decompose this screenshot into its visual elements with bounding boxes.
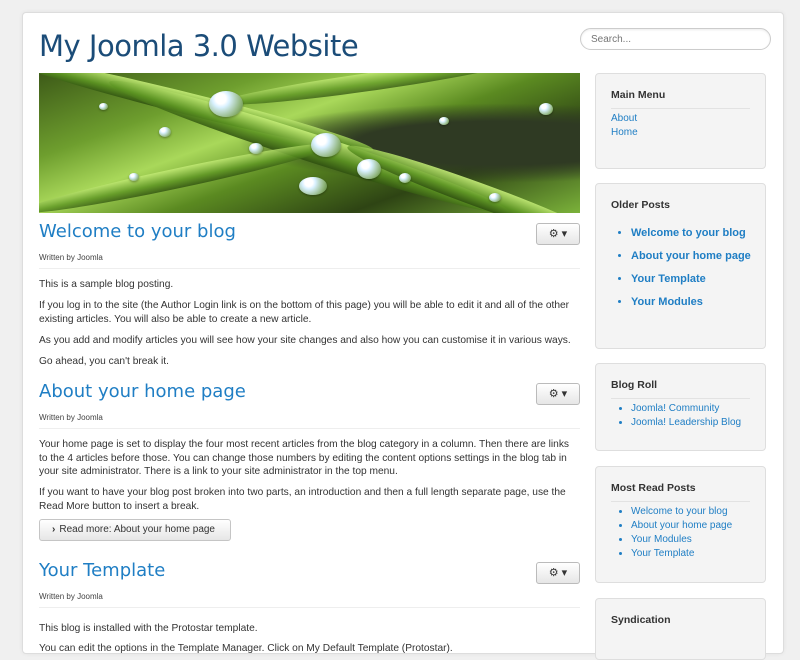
article-paragraph: If you log in to the site (the Author Lo… bbox=[39, 300, 570, 325]
older-post-link[interactable]: Your Modules bbox=[631, 296, 703, 308]
list-item: Welcome to your blog bbox=[631, 505, 732, 519]
article-welcome: Welcome to your blog ⚙ ▾ Written by Joom… bbox=[39, 213, 580, 378]
article-tools-button[interactable]: ⚙ ▾ bbox=[536, 383, 580, 405]
article-title[interactable]: About your home page bbox=[39, 381, 246, 402]
article-tools-button[interactable]: ⚙ ▾ bbox=[536, 223, 580, 245]
article-author: Written by Joomla bbox=[39, 413, 103, 422]
older-post-link[interactable]: Welcome to your blog bbox=[631, 227, 746, 239]
module-syndication: Syndication bbox=[595, 598, 766, 660]
divider bbox=[611, 108, 750, 109]
gear-icon: ⚙ ▾ bbox=[548, 228, 568, 240]
header-image bbox=[39, 73, 580, 213]
page-container: My Joomla 3.0 Website Welcome to your bl… bbox=[22, 12, 784, 660]
search-input[interactable] bbox=[580, 28, 771, 50]
chevron-right-icon: › bbox=[52, 524, 56, 535]
most-read-link[interactable]: Welcome to your blog bbox=[631, 506, 728, 517]
most-read-link[interactable]: Your Modules bbox=[631, 534, 692, 545]
module-main-menu: Main Menu About Home bbox=[595, 73, 766, 169]
module-title: Blog Roll bbox=[611, 379, 658, 391]
module-older-posts: Older Posts Welcome to your blog About y… bbox=[595, 183, 766, 349]
article-title[interactable]: Welcome to your blog bbox=[39, 221, 236, 242]
module-title: Main Menu bbox=[611, 89, 666, 101]
list-item: About your home page bbox=[631, 249, 761, 263]
list-item: About your home page bbox=[631, 519, 732, 533]
older-post-link[interactable]: About your home page bbox=[631, 250, 751, 262]
menu-item-about[interactable]: About bbox=[611, 112, 638, 126]
article-about-home: About your home page ⚙ ▾ Written by Joom… bbox=[39, 373, 580, 558]
menu-item-home[interactable]: Home bbox=[611, 126, 638, 140]
list-item: Your Modules bbox=[631, 295, 761, 309]
article-paragraph: If you want to have your blog post broke… bbox=[39, 487, 566, 512]
read-more-label: Read more: About your home page bbox=[59, 524, 215, 535]
site-title[interactable]: My Joomla 3.0 Website bbox=[39, 29, 359, 63]
list-item: Your Template bbox=[631, 547, 732, 561]
article-template: Your Template ⚙ ▾ Written by Joomla This… bbox=[39, 552, 580, 654]
article-paragraph: As you add and modify articles you will … bbox=[39, 335, 571, 346]
article-paragraph: Your home page is set to display the fou… bbox=[39, 439, 570, 477]
list-item: Your Modules bbox=[631, 533, 732, 547]
module-title: Most Read Posts bbox=[611, 482, 696, 494]
list-item: Welcome to your blog bbox=[631, 226, 761, 240]
divider bbox=[39, 428, 580, 429]
article-paragraph: This is a sample blog posting. bbox=[39, 279, 174, 290]
article-paragraph: You can edit the options in the Template… bbox=[39, 643, 453, 654]
article-paragraph: Go ahead, you can't break it. bbox=[39, 356, 169, 367]
blog-roll-link[interactable]: Joomla! Leadership Blog bbox=[631, 417, 741, 428]
list-item: Your Template bbox=[631, 272, 761, 286]
module-title: Syndication bbox=[611, 614, 671, 626]
article-tools-button[interactable]: ⚙ ▾ bbox=[536, 562, 580, 584]
article-author: Written by Joomla bbox=[39, 592, 103, 601]
article-author: Written by Joomla bbox=[39, 253, 103, 262]
module-blog-roll: Blog Roll Joomla! Community Joomla! Lead… bbox=[595, 363, 766, 451]
blog-roll-link[interactable]: Joomla! Community bbox=[631, 403, 719, 414]
most-read-link[interactable]: About your home page bbox=[631, 520, 732, 531]
older-post-link[interactable]: Your Template bbox=[631, 273, 706, 285]
module-title: Older Posts bbox=[611, 199, 670, 211]
divider bbox=[611, 398, 750, 399]
most-read-link[interactable]: Your Template bbox=[631, 548, 694, 559]
module-most-read: Most Read Posts Welcome to your blog Abo… bbox=[595, 466, 766, 583]
list-item: Joomla! Leadership Blog bbox=[631, 416, 741, 430]
divider bbox=[611, 501, 750, 502]
article-title[interactable]: Your Template bbox=[39, 560, 165, 581]
divider bbox=[39, 268, 580, 269]
gear-icon: ⚙ ▾ bbox=[548, 567, 568, 579]
divider bbox=[39, 607, 580, 608]
gear-icon: ⚙ ▾ bbox=[548, 388, 568, 400]
list-item: Joomla! Community bbox=[631, 402, 741, 416]
article-paragraph: This blog is installed with the Protosta… bbox=[39, 623, 258, 634]
read-more-button[interactable]: › Read more: About your home page bbox=[39, 519, 231, 541]
